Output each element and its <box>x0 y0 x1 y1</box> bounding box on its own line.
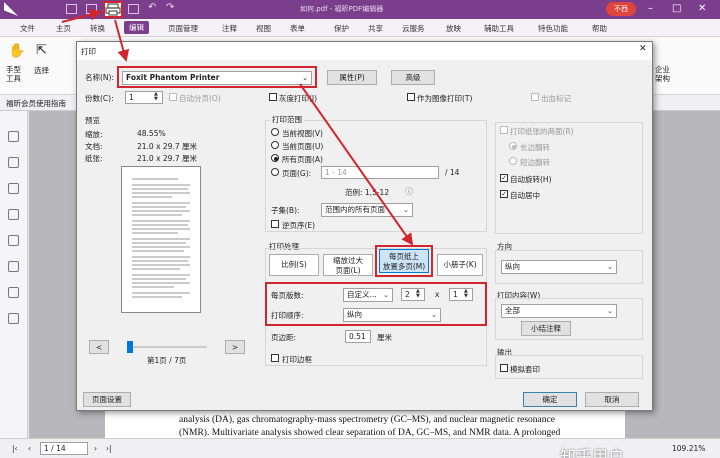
annotation-arrows <box>61 8 414 246</box>
arrow-to-printer-select <box>114 19 130 62</box>
arrow-to-print-icon <box>61 8 102 23</box>
arrow-to-multi-page <box>299 83 414 246</box>
